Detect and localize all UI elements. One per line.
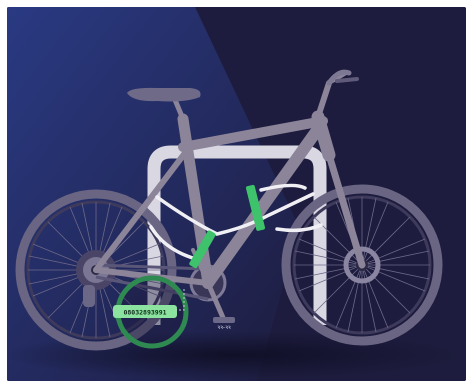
rear-derailleur [83, 285, 95, 307]
bike-illustration: 08032893991 ꝛꝛ-ꝛꝛ [7, 7, 466, 381]
serial-number-tag: 08032893991 [123, 309, 166, 317]
saddle [127, 87, 201, 102]
pedal-mark: ꝛꝛ-ꝛꝛ [217, 324, 231, 331]
